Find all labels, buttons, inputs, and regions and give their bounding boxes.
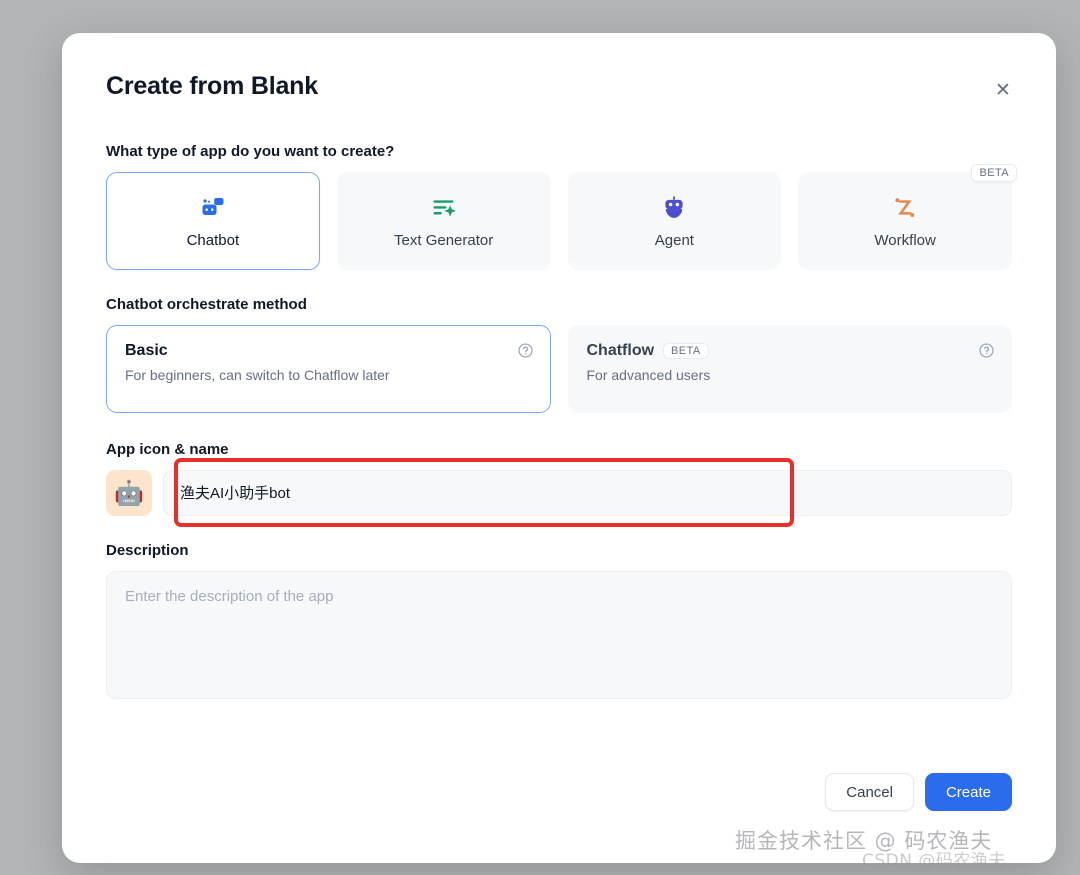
method-card-basic[interactable]: Basic For beginners, can switch to Chatf… [106, 325, 551, 413]
create-button[interactable]: Create [925, 773, 1012, 811]
help-circle-icon[interactable] [517, 342, 534, 359]
app-type-card-agent[interactable]: Agent [568, 172, 782, 270]
app-name-input[interactable] [163, 470, 1012, 516]
beta-badge: BETA [971, 164, 1017, 182]
app-icon-picker[interactable]: 🤖 [106, 470, 152, 516]
page-title: Create from Blank [106, 73, 1012, 101]
beta-badge: BETA [663, 343, 709, 359]
close-icon[interactable]: ✕ [990, 77, 1016, 103]
method-description: For beginners, can switch to Chatflow la… [125, 367, 532, 383]
app-icon-name-label: App icon & name [106, 441, 1012, 458]
watermark-secondary: CSDN @码农渔夫 [862, 846, 1006, 871]
app-type-card-row: Chatbot Text Generator [106, 172, 1012, 270]
app-type-card-workflow[interactable]: BETA Workflow [798, 172, 1012, 270]
modal-footer: Cancel Create [825, 773, 1012, 811]
agent-robot-icon [660, 193, 688, 223]
workflow-nodes-icon [891, 193, 919, 223]
app-type-label: What type of app do you want to create? [106, 143, 1012, 160]
help-circle-icon[interactable] [978, 342, 995, 359]
app-type-name: Chatbot [187, 232, 240, 249]
method-description: For advanced users [587, 367, 994, 383]
method-title: Chatflow [587, 342, 655, 360]
description-textarea[interactable] [106, 571, 1012, 699]
app-icon-name-row: 🤖 [106, 470, 1012, 516]
app-type-name: Agent [655, 232, 694, 249]
create-from-blank-modal: Create from Blank ✕ What type of app do … [62, 33, 1056, 863]
method-title: Basic [125, 342, 168, 360]
description-label: Description [106, 542, 1012, 559]
app-type-name: Text Generator [394, 232, 493, 249]
app-type-card-text-generator[interactable]: Text Generator [337, 172, 551, 270]
orchestrate-method-row: Basic For beginners, can switch to Chatf… [106, 325, 1012, 413]
method-card-chatflow[interactable]: Chatflow BETA For advanced users [568, 325, 1013, 413]
cancel-button[interactable]: Cancel [825, 773, 914, 811]
app-type-card-chatbot[interactable]: Chatbot [106, 172, 320, 270]
chatbot-icon [199, 193, 227, 223]
orchestrate-method-label: Chatbot orchestrate method [106, 296, 1012, 313]
text-generator-icon [430, 193, 458, 223]
app-type-name: Workflow [874, 232, 935, 249]
